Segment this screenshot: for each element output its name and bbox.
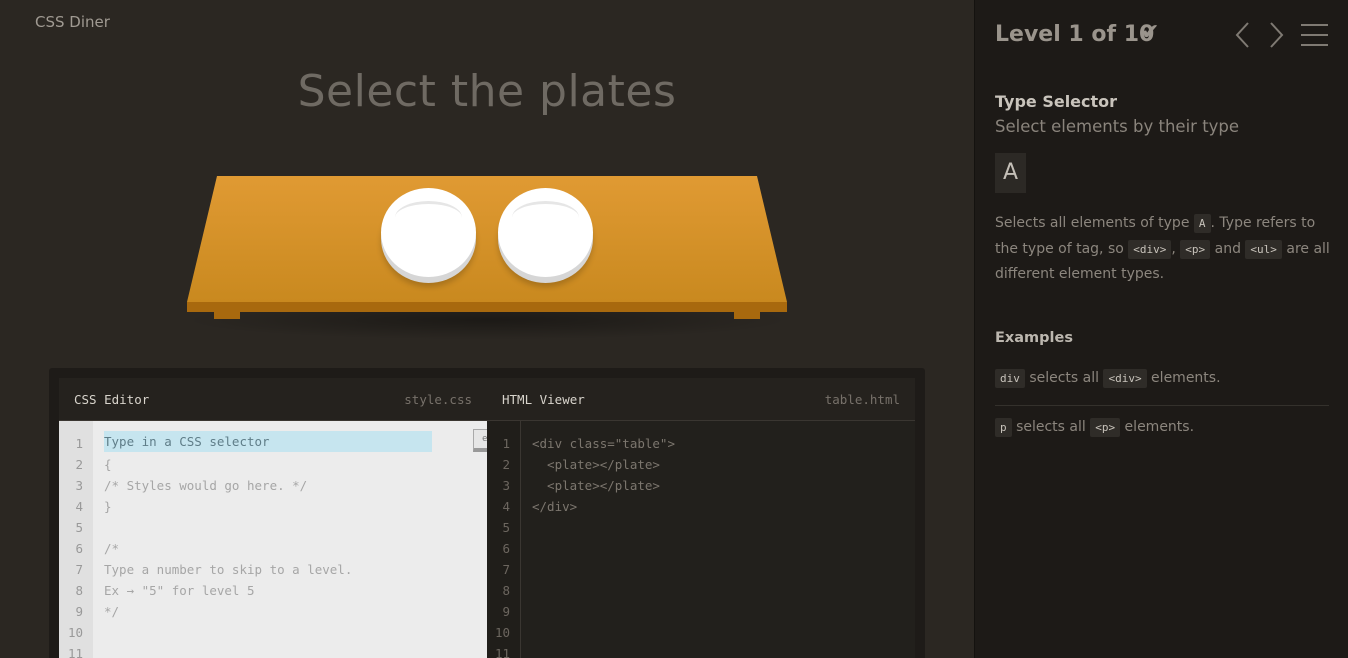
line-number: 4 [75, 499, 83, 514]
line-number: 11 [494, 646, 510, 658]
plate [381, 188, 476, 277]
table [187, 176, 787, 302]
check-icon: ✔ [1141, 20, 1160, 45]
examples-heading: Examples [995, 330, 1073, 346]
line-number: 6 [502, 541, 510, 556]
tag-chip: <div> [1128, 239, 1172, 259]
menu-button[interactable] [1301, 24, 1328, 46]
code-line: <div class="table"> [532, 436, 675, 451]
tag-chip: <p> [1180, 239, 1211, 259]
sidebar: Level 1 of 10 ✔ Type Selector Select ele… [974, 0, 1348, 658]
code-line: /* [104, 541, 120, 556]
table-leg [214, 312, 240, 319]
line-number: 6 [75, 541, 83, 556]
prev-level-button[interactable] [1233, 21, 1253, 49]
table-front [187, 302, 787, 312]
css-filename: style.css [404, 391, 472, 407]
line-number: 8 [502, 583, 510, 598]
css-line-numbers: 1 2 3 4 5 6 7 8 9 10 11 [59, 421, 93, 658]
plate [498, 188, 593, 277]
tag-chip: <ul> [1245, 239, 1282, 259]
tag-chip: p [995, 418, 1012, 437]
tag-chip: <p> [1090, 418, 1121, 437]
chevron-right-icon [1270, 22, 1284, 48]
code-line: Ex → "5" for level 5 [104, 583, 255, 598]
html-viewer-body: 1 2 3 4 5 6 7 8 9 10 11 <div class="table"> <plate… [487, 421, 915, 658]
tag-chip: div [995, 369, 1025, 388]
level-instruction: Select the plates [297, 66, 677, 117]
selector-name: Type Selector [995, 92, 1118, 111]
tag-chip: <div> [1103, 369, 1147, 388]
html-viewer: HTML Viewer table.html 1 2 3 4 5 6 7 8 9 10 11 <di… [487, 378, 915, 658]
line-number: 9 [502, 604, 510, 619]
line-number: 2 [502, 457, 510, 472]
selector-explanation: Selects all elements of type A. Type ref… [995, 214, 1330, 282]
code-line: { [104, 457, 112, 472]
line-number: 5 [502, 520, 510, 535]
html-viewer-header: HTML Viewer table.html [487, 378, 915, 421]
editor-panel: CSS Editor style.css 1234567891011 enter… [49, 368, 925, 658]
code-line: /* Styles would go here. */ [104, 478, 308, 493]
code-line: } [104, 499, 112, 514]
css-editor-body: 1234567891011 enter {/* Styles would go … [59, 421, 514, 658]
line-number: 9 [75, 604, 83, 619]
html-filename: table.html [824, 391, 900, 407]
line-number: 11 [67, 646, 83, 658]
line-number: 5 [75, 520, 83, 535]
code-line: <plate></plate> [532, 478, 660, 493]
hamburger-icon [1301, 24, 1328, 26]
example-item: p selects all <p> elements. [995, 418, 1329, 437]
code-line: </div> [532, 499, 578, 514]
tag-chip: A [1193, 214, 1211, 233]
app-logo[interactable]: CSS Diner [35, 13, 110, 31]
line-number: 4 [502, 499, 510, 514]
line-number: 10 [67, 625, 83, 640]
table-leg [734, 312, 760, 319]
css-code: enter {/* Styles would go here. */}/*Typ… [93, 421, 514, 658]
line-number: 2 [75, 457, 83, 472]
code-line: <plate></plate> [532, 457, 660, 472]
line-number: 7 [75, 562, 83, 577]
code-line: Type a number to skip to a level. [104, 562, 353, 577]
html-line-numbers: 1 2 3 4 5 6 7 8 9 10 11 [487, 421, 521, 658]
line-number: 3 [75, 478, 83, 493]
selector-syntax: A [995, 153, 1026, 193]
next-level-button[interactable] [1266, 21, 1286, 49]
line-number: 10 [494, 625, 510, 640]
chevron-left-icon [1235, 22, 1249, 48]
line-number: 1 [502, 436, 510, 451]
line-number: 1 [75, 436, 83, 451]
html-code: <div class="table"> <plate></plate> <pla… [521, 421, 915, 658]
code-line: */ [104, 604, 120, 619]
level-indicator[interactable]: Level 1 of 10 [995, 22, 1154, 47]
css-editor-header: CSS Editor style.css [59, 378, 487, 421]
line-number: 7 [502, 562, 510, 577]
css-editor-title: CSS Editor [74, 391, 150, 407]
line-number: 8 [75, 583, 83, 598]
line-number: 3 [502, 478, 510, 493]
selector-description: Select elements by their type [995, 117, 1240, 136]
css-selector-input[interactable] [104, 431, 432, 452]
css-editor: CSS Editor style.css 1234567891011 enter… [59, 378, 514, 658]
html-viewer-title: HTML Viewer [502, 391, 585, 407]
example-item: div selects all <div> elements. [995, 369, 1329, 406]
